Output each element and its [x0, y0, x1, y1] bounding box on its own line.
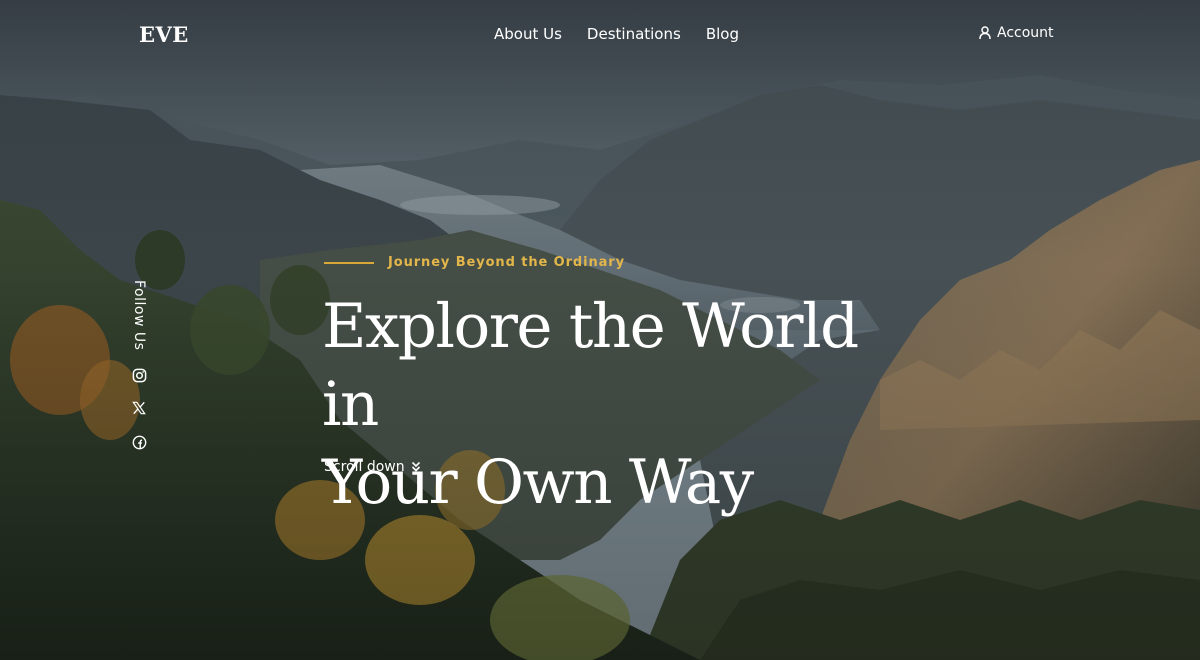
instagram-icon: [132, 368, 146, 382]
nav-about-us[interactable]: About Us: [494, 25, 562, 43]
follow-us-label: Follow Us: [131, 280, 147, 351]
chevrons-down-icon: [411, 461, 420, 472]
nav-destinations[interactable]: Destinations: [587, 25, 681, 43]
tagline-divider: [324, 262, 374, 264]
site-logo[interactable]: EVE: [139, 22, 189, 47]
nav-blog[interactable]: Blog: [706, 25, 739, 43]
x-icon: [132, 401, 146, 415]
headline-line-1: Explore the World in: [322, 291, 859, 440]
hero-tagline: Journey Beyond the Ordinary: [388, 255, 625, 270]
facebook-link[interactable]: [130, 433, 148, 451]
headline-line-2: Your Own Way: [322, 447, 754, 518]
user-icon: [979, 26, 991, 40]
main-nav: About Us Destinations Blog: [494, 25, 739, 43]
account-link[interactable]: Account: [979, 25, 1054, 41]
x-link[interactable]: [130, 399, 148, 417]
hero-section: EVE About Us Destinations Blog Account F…: [0, 0, 1200, 660]
account-label: Account: [997, 25, 1054, 41]
scroll-down-link[interactable]: Scroll down: [324, 459, 421, 475]
facebook-icon: [132, 435, 146, 449]
instagram-link[interactable]: [130, 366, 148, 384]
scroll-down-label: Scroll down: [324, 459, 405, 475]
hero-headline: Explore the World in Your Own Way: [322, 288, 882, 522]
